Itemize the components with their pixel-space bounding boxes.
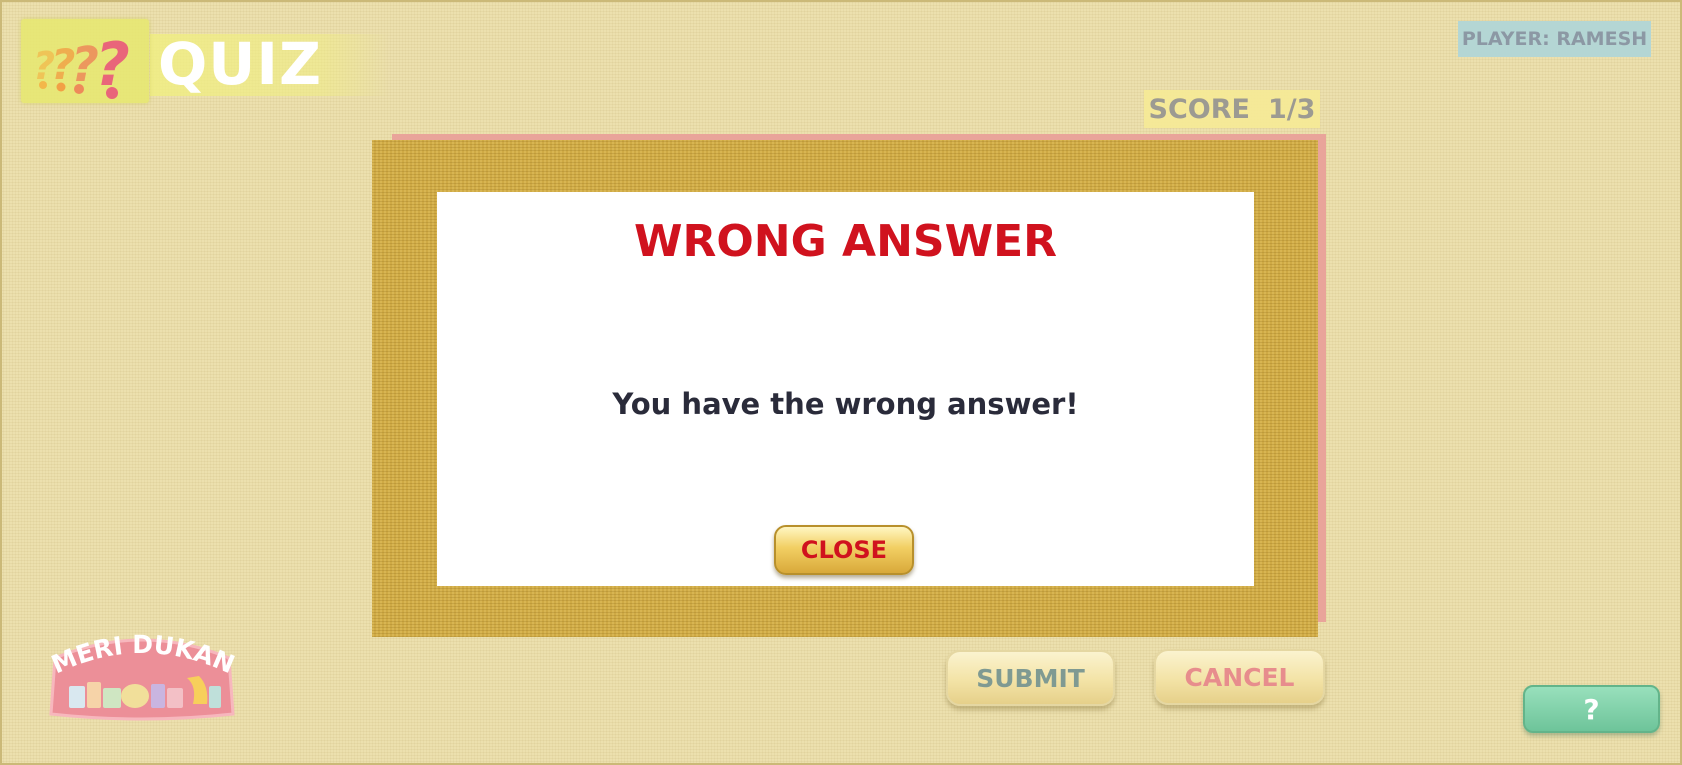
player-badge: PLAYER: RAMESH: [1458, 21, 1651, 57]
dialog-message: You have the wrong answer!: [612, 387, 1079, 421]
page-title: QUIZ: [158, 30, 323, 98]
dialog-title: WRONG ANSWER: [633, 216, 1058, 267]
meri-dukan-logo: MERI DUKAN: [47, 630, 237, 721]
close-button[interactable]: CLOSE: [774, 525, 914, 575]
help-button[interactable]: ?: [1523, 685, 1660, 733]
score-label: SCORE: [1148, 93, 1250, 125]
cancel-button[interactable]: CANCEL: [1154, 649, 1325, 705]
score-value: 1/3: [1268, 93, 1316, 125]
quiz-logo: ? ? ? ?: [21, 19, 149, 103]
score-badge: SCORE 1/3: [1144, 90, 1320, 128]
question-marks-icon: ? ? ? ?: [33, 30, 130, 100]
submit-button[interactable]: SUBMIT: [946, 650, 1115, 706]
